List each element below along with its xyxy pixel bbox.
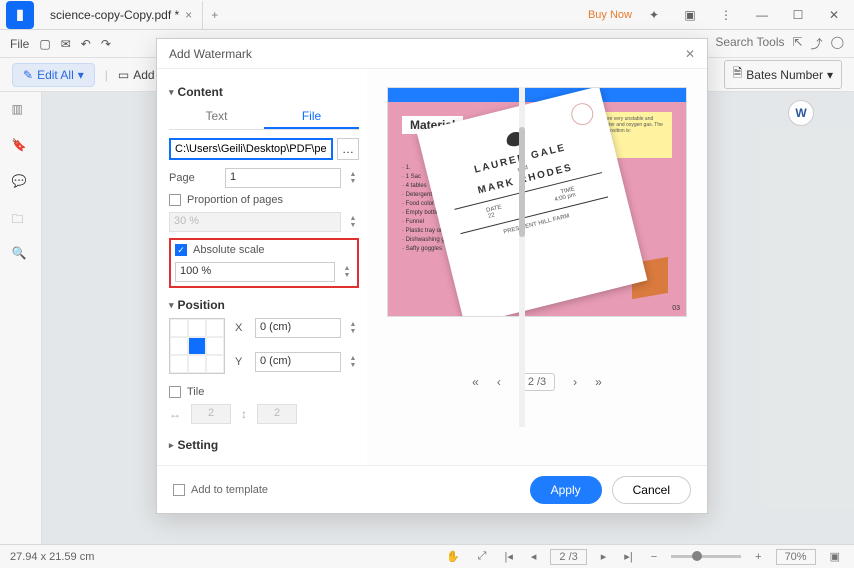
add-watermark-dialog: Add Watermark ✕ Content Text File … Page… bbox=[156, 38, 708, 514]
proportion-input: 30 % bbox=[169, 212, 341, 232]
setting-section-header[interactable]: Setting bbox=[169, 438, 359, 452]
absolute-scale-checkbox[interactable]: ✓ Absolute scale bbox=[175, 244, 353, 256]
absolute-scale-input[interactable]: 100 % bbox=[175, 262, 335, 282]
y-spinner[interactable]: ▲▼ bbox=[347, 355, 359, 369]
page-input[interactable]: 1 bbox=[225, 168, 341, 188]
tile-v-input: 2 bbox=[257, 404, 297, 424]
content-tabs: Text File bbox=[169, 105, 359, 130]
dialog-title: Add Watermark bbox=[169, 47, 252, 61]
dialog-close-button[interactable]: ✕ bbox=[685, 47, 695, 61]
form-panel: Content Text File … Page 1 ▲▼ Proportion… bbox=[157, 69, 367, 465]
horizontal-tile-icon: ↔ bbox=[169, 407, 181, 421]
file-path-input[interactable] bbox=[169, 138, 333, 160]
tab-text[interactable]: Text bbox=[169, 105, 264, 129]
tab-file[interactable]: File bbox=[264, 105, 359, 129]
dialog-header: Add Watermark ✕ bbox=[157, 39, 707, 69]
position-grid[interactable] bbox=[169, 318, 225, 374]
page-label: Page bbox=[169, 172, 219, 184]
wm-date: 22 bbox=[488, 212, 496, 219]
preview-page-number: 03 bbox=[672, 305, 680, 312]
stamp-icon bbox=[569, 101, 596, 128]
preview-last-page[interactable]: » bbox=[595, 375, 602, 389]
position-section-header[interactable]: Position bbox=[169, 298, 359, 312]
y-offset-input[interactable]: 0 (cm) bbox=[255, 352, 341, 372]
tile-checkbox[interactable]: Tile bbox=[169, 386, 359, 398]
x-spinner[interactable]: ▲▼ bbox=[347, 321, 359, 335]
preview-next-page[interactable]: › bbox=[573, 375, 577, 389]
x-offset-input[interactable]: 0 (cm) bbox=[255, 318, 341, 338]
proportion-label: Proportion of pages bbox=[187, 194, 283, 206]
proportion-spinner: ▲▼ bbox=[347, 215, 359, 229]
add-template-checkbox[interactable] bbox=[173, 484, 185, 496]
cancel-button[interactable]: Cancel bbox=[612, 476, 691, 504]
preview-prev-page[interactable]: ‹ bbox=[497, 375, 501, 389]
absolute-scale-spinner[interactable]: ▲▼ bbox=[341, 265, 353, 279]
absolute-scale-label: Absolute scale bbox=[193, 244, 265, 256]
apply-button[interactable]: Apply bbox=[530, 476, 602, 504]
preview-page: Material These molecules are very unstab… bbox=[387, 87, 687, 317]
position-center[interactable] bbox=[188, 337, 206, 355]
dialog-footer: Add to template Apply Cancel bbox=[157, 465, 707, 513]
add-template-label: Add to template bbox=[191, 484, 268, 496]
tile-h-input: 2 bbox=[191, 404, 231, 424]
preview-pager: « ‹ 2 /3 › » bbox=[472, 373, 602, 391]
preview-first-page[interactable]: « bbox=[472, 375, 479, 389]
browse-button[interactable]: … bbox=[337, 138, 359, 160]
x-label: X bbox=[235, 322, 249, 334]
preview-panel: Material These molecules are very unstab… bbox=[367, 69, 707, 465]
tile-label: Tile bbox=[187, 386, 204, 398]
form-scrollbar[interactable] bbox=[519, 87, 525, 427]
page-spinner[interactable]: ▲▼ bbox=[347, 171, 359, 185]
y-label: Y bbox=[235, 356, 249, 368]
content-section-header[interactable]: Content bbox=[169, 85, 359, 99]
word-export-icon[interactable]: W bbox=[788, 100, 814, 126]
absolute-scale-highlight: ✓ Absolute scale 100 % ▲▼ bbox=[169, 238, 359, 288]
vertical-tile-icon: ↕ bbox=[241, 407, 247, 421]
proportion-checkbox[interactable]: Proportion of pages bbox=[169, 194, 359, 206]
